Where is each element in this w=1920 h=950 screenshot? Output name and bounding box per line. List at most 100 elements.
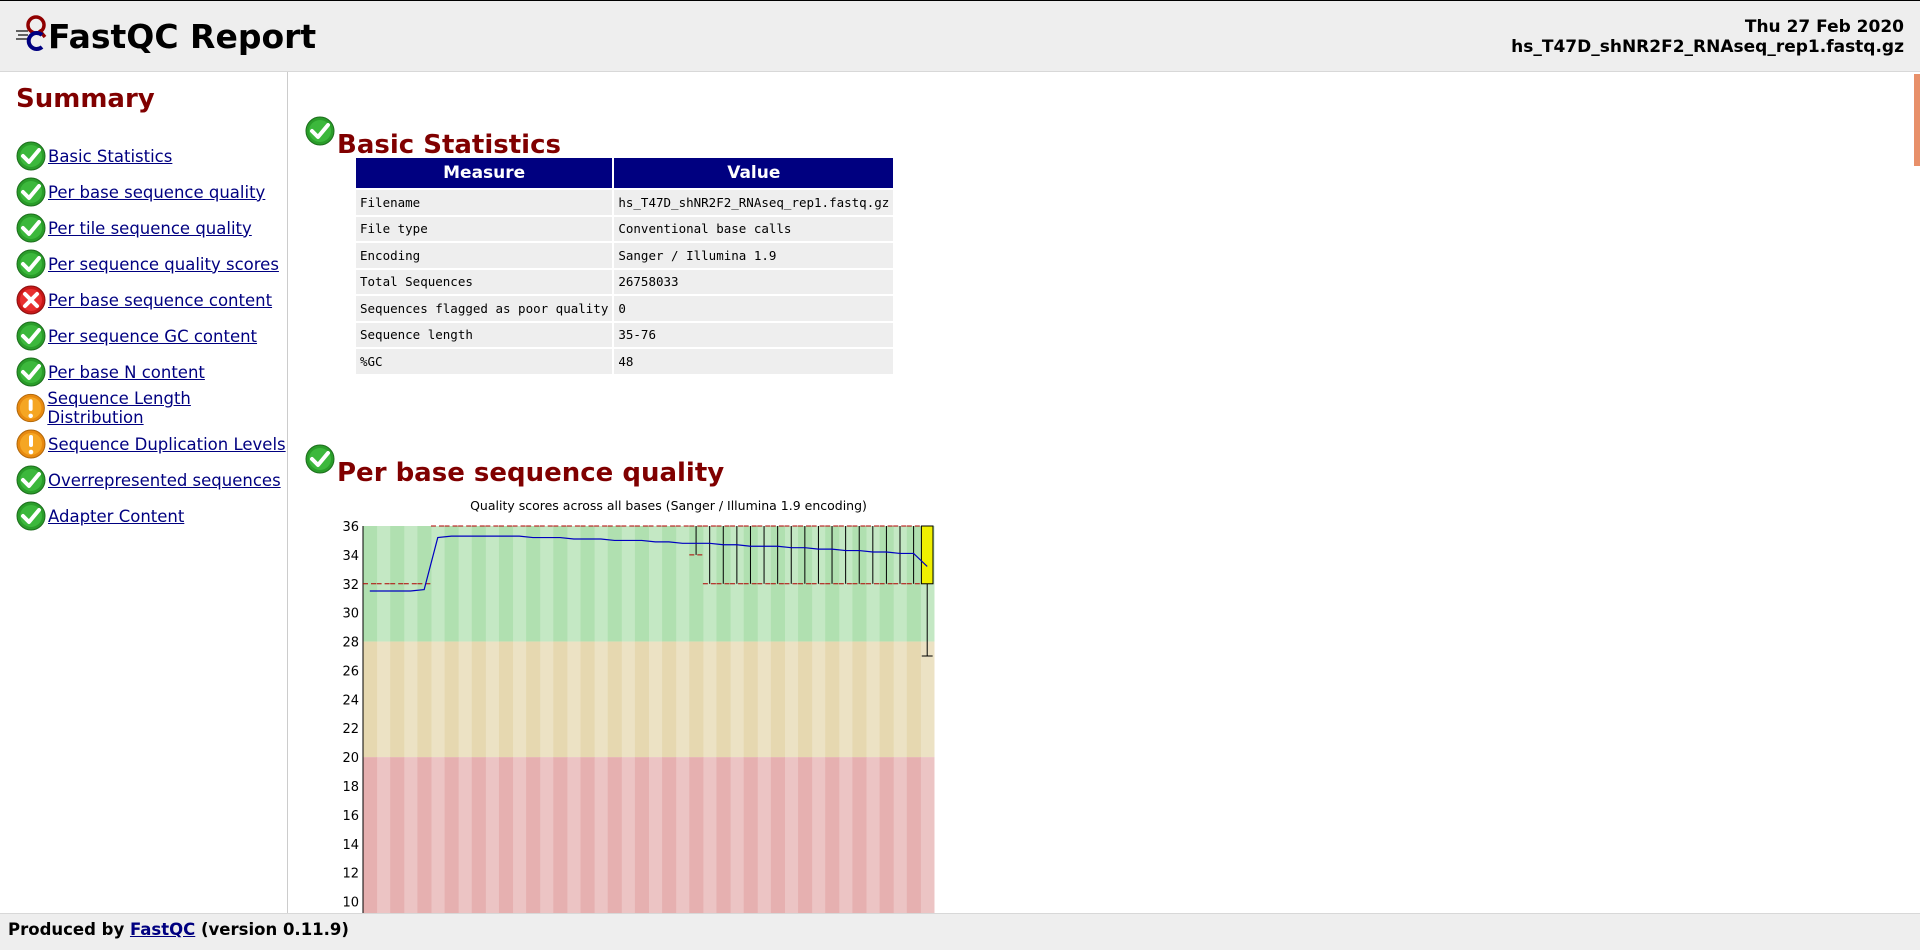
- zone-reasonable-stripe: [893, 641, 908, 758]
- measure-cell: Total Sequences: [356, 269, 613, 294]
- summary-item: Adapter Content: [16, 498, 287, 534]
- zone-good-stripe: [458, 526, 473, 642]
- zone-reasonable-stripe: [757, 641, 772, 758]
- report-date: Thu 27 Feb 2020: [1744, 17, 1904, 37]
- zone-reasonable-stripe: [784, 641, 799, 758]
- zone-poor-stripe: [526, 757, 541, 913]
- zone-good-stripe: [621, 526, 636, 642]
- zone-poor-stripe: [539, 757, 554, 913]
- zone-reasonable-stripe: [675, 641, 690, 758]
- column-header-measure: Measure: [356, 158, 613, 188]
- zone-good-stripe: [607, 526, 622, 642]
- measure-cell: File type: [356, 216, 613, 241]
- zone-poor-stripe: [920, 757, 935, 913]
- zone-reasonable-stripe: [471, 641, 486, 758]
- zone-good-stripe: [594, 526, 609, 642]
- y-tick-label: 28: [342, 636, 359, 651]
- zone-reasonable-stripe: [920, 641, 935, 758]
- value-cell: 26758033: [614, 269, 894, 294]
- fastqc-logo-icon: [16, 15, 47, 51]
- zone-poor-stripe: [906, 757, 921, 913]
- pass-icon: [16, 465, 46, 495]
- fastqc-link[interactable]: FastQC: [130, 920, 195, 939]
- summary-link[interactable]: Per sequence GC content: [48, 327, 257, 346]
- table-row: Sequences flagged as poor quality 0: [356, 296, 894, 321]
- zone-reasonable-stripe: [798, 641, 813, 758]
- zone-reasonable-stripe: [566, 641, 582, 758]
- summary-link[interactable]: Per base N content: [48, 363, 205, 382]
- zone-poor-stripe: [594, 757, 609, 913]
- y-tick-label: 32: [342, 578, 359, 593]
- zone-reasonable-stripe: [430, 641, 446, 758]
- zone-poor-stripe: [730, 757, 745, 913]
- summary-link[interactable]: Sequence Duplication Levels: [48, 435, 286, 454]
- pass-icon: [16, 141, 46, 171]
- fail-icon: [16, 285, 46, 315]
- zone-reasonable-stripe: [634, 641, 649, 758]
- zone-good-stripe: [662, 526, 677, 642]
- zone-poor-stripe: [662, 757, 677, 913]
- footer: Produced by FastQC (version 0.11.9): [0, 913, 1920, 950]
- summary-title: Summary: [16, 84, 155, 114]
- zone-reasonable-stripe: [376, 641, 391, 758]
- zone-good-stripe: [580, 526, 595, 642]
- y-tick-label: 10: [342, 896, 359, 911]
- summary-link[interactable]: Sequence Length Distribution: [47, 389, 287, 427]
- zone-poor-stripe: [485, 757, 500, 913]
- basic-stats-table: Measure Value Filename hs_T47D_shNR2F2_RN…: [354, 156, 895, 376]
- zone-poor-stripe: [879, 757, 894, 913]
- value-cell: 0: [614, 296, 894, 321]
- zone-reasonable-stripe: [526, 641, 541, 758]
- y-tick-label: 16: [342, 809, 359, 824]
- section-title: Per base sequence quality: [337, 458, 725, 488]
- measure-cell: %GC: [356, 349, 613, 374]
- zone-good-stripe: [566, 526, 582, 642]
- summary-link[interactable]: Overrepresented sequences: [48, 471, 281, 490]
- chart-title: Quality scores across all bases (Sanger …: [470, 498, 867, 513]
- summary-item: Per base sequence quality: [16, 174, 287, 210]
- zone-reasonable-stripe: [811, 641, 826, 758]
- table-header-row: Measure Value: [356, 158, 894, 188]
- zone-reasonable-stripe: [906, 641, 921, 758]
- zone-good-stripe: [634, 526, 649, 642]
- summary-link[interactable]: Per base sequence content: [48, 291, 272, 310]
- zone-reasonable-stripe: [770, 641, 785, 758]
- summary-link[interactable]: Basic Statistics: [48, 147, 172, 166]
- zone-reasonable-stripe: [498, 641, 514, 758]
- zone-poor-stripe: [553, 757, 568, 913]
- warning-icon: [16, 429, 46, 459]
- report-filename: hs_T47D_shNR2F2_RNAseq_rep1.fastq.gz: [1511, 37, 1904, 57]
- zone-reasonable-stripe: [648, 641, 663, 758]
- header-info: Thu 27 Feb 2020 hs_T47D_shNR2F2_RNAseq_r…: [1511, 17, 1904, 57]
- zone-good-stripe: [526, 526, 541, 642]
- measure-cell: Sequences flagged as poor quality: [356, 296, 613, 321]
- zone-reasonable-stripe: [852, 641, 867, 758]
- report-header: FastQC Report Thu 27 Feb 2020 hs_T47D_sh…: [0, 0, 1920, 72]
- footer-version: (version 0.11.9): [201, 920, 349, 939]
- summary-link[interactable]: Per base sequence quality: [48, 183, 265, 202]
- scrollbar-thumb[interactable]: [1914, 74, 1920, 166]
- zone-poor-stripe: [621, 757, 636, 913]
- summary-link[interactable]: Per sequence quality scores: [48, 255, 279, 274]
- zone-poor-stripe: [852, 757, 867, 913]
- table-row: %GC 48: [356, 349, 894, 374]
- table-row: Total Sequences 26758033: [356, 269, 894, 294]
- pass-icon: [16, 177, 46, 207]
- zone-poor-stripe: [743, 757, 758, 913]
- zone-poor-stripe: [866, 757, 881, 913]
- zone-poor-stripe: [757, 757, 772, 913]
- summary-link[interactable]: Per tile sequence quality: [48, 219, 252, 238]
- pass-icon: [16, 501, 46, 531]
- y-tick-label: 12: [342, 867, 359, 882]
- y-tick-label: 34: [342, 549, 359, 564]
- summary-item: Per sequence GC content: [16, 318, 287, 354]
- zone-good-stripe: [430, 526, 446, 642]
- zone-reasonable-stripe: [662, 641, 677, 758]
- zone-poor-stripe: [430, 757, 446, 913]
- y-tick-label: 22: [342, 722, 359, 737]
- zone-poor-stripe: [689, 757, 704, 913]
- zone-good-stripe: [648, 526, 663, 642]
- summary-item: Per sequence quality scores: [16, 246, 287, 282]
- summary-link[interactable]: Adapter Content: [48, 507, 184, 526]
- zone-good-stripe: [444, 526, 459, 642]
